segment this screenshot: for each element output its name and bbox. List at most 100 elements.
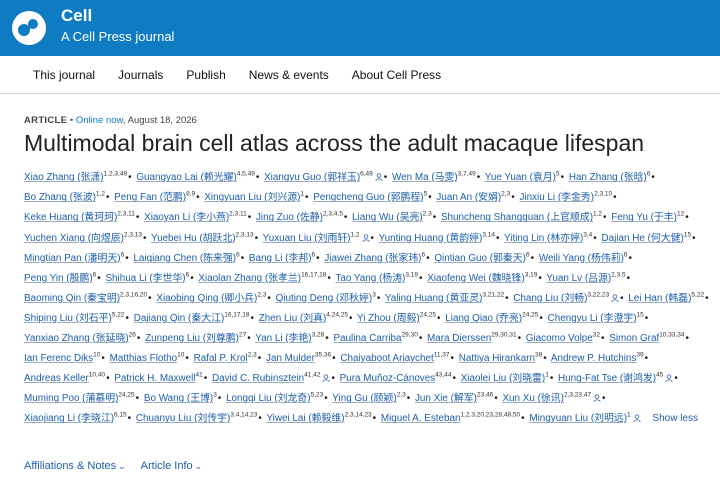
author-name-link[interactable]: Bo Wang (王博) <box>144 393 213 404</box>
author-name-link[interactable]: Keke Huang (黄珂珂) <box>24 212 117 223</box>
author-name-link[interactable]: Shiping Liu (刘石平) <box>24 313 112 324</box>
article-info-toggle[interactable]: Article Info ⌄ <box>141 460 203 472</box>
author-name-link[interactable]: Han Zhang (张晗) <box>569 172 647 183</box>
nav-publish[interactable]: Publish <box>186 68 225 82</box>
author-name-link[interactable]: Nattiya Hirankarn <box>459 353 535 364</box>
affiliation-numbers: 38 <box>535 351 543 359</box>
author-person-icon[interactable] <box>361 233 370 242</box>
author-name-link[interactable]: Chaiyaboot Ariaychet <box>340 353 433 364</box>
author-name-link[interactable]: Yuan Lv (吕源) <box>546 273 611 284</box>
author-name-link[interactable]: Andrew P. Hutchins <box>551 353 636 364</box>
nav-this-journal[interactable]: This journal <box>33 68 95 82</box>
nav-about[interactable]: About Cell Press <box>352 68 441 82</box>
author-name-link[interactable]: Ian Ferenc Diks <box>24 353 93 364</box>
author-name-link[interactable]: Bang Li (李邦) <box>249 253 312 264</box>
nav-journals[interactable]: Journals <box>118 68 163 82</box>
author-name-link[interactable]: Feng Yu (于丰) <box>611 212 677 223</box>
journal-title[interactable]: Cell <box>61 6 92 26</box>
author-name-link[interactable]: Lei Han (韩磊) <box>628 293 691 304</box>
author-name-link[interactable]: Jinxiu Li (李金秀) <box>519 192 594 203</box>
author-name-link[interactable]: Yuebei Hu (胡跃北) <box>151 233 236 244</box>
author-person-icon[interactable] <box>665 374 673 383</box>
author-name-link[interactable]: Tao Yang (杨涛) <box>335 273 405 284</box>
author-person-icon[interactable] <box>322 374 331 383</box>
author-separator: • <box>324 393 328 405</box>
author-name-link[interactable]: Miguel A. Esteban <box>381 413 461 424</box>
author-name-link[interactable]: Mara Dierssen <box>427 333 491 344</box>
author-name-link[interactable]: Qiuting Deng (邓秋婷) <box>276 293 373 304</box>
author-name-link[interactable]: Yiwei Lai (赖毅维) <box>266 413 344 424</box>
author-name-link[interactable]: Simon Graf <box>609 333 659 344</box>
cell-logo-icon[interactable] <box>11 10 47 46</box>
author-name-link[interactable]: Jun Xie (解军) <box>415 393 477 404</box>
author-name-link[interactable]: Jiawei Zhang (张家玮) <box>324 253 421 264</box>
author-name-link[interactable]: Guangyao Lai (赖光耀) <box>136 172 236 183</box>
nav-news-events[interactable]: News & events <box>249 68 329 82</box>
author-name-link[interactable]: Laiqiang Chen (陈来强) <box>133 253 236 264</box>
author-name-link[interactable]: Zhen Liu (刘真) <box>259 313 327 324</box>
author-name-link[interactable]: Yue Yuan (袁月) <box>485 172 556 183</box>
author-name-link[interactable]: Yan Li (李艳) <box>255 333 311 344</box>
author-name-link[interactable]: Weili Yang (杨伟莉) <box>539 253 624 264</box>
author-name-link[interactable]: Yiting Lin (林亦婷) <box>504 233 583 244</box>
author-name-link[interactable]: Pura Muñoz-Cánoves <box>340 373 436 384</box>
author-name-link[interactable]: Chuanyu Liu (刘传宇) <box>136 413 230 424</box>
author-name-link[interactable]: Zunpeng Liu (刘尊鹏) <box>145 333 239 344</box>
author-name-link[interactable]: Xun Xu (徐讯) <box>502 393 563 404</box>
author-name-link[interactable]: David C. Rubinsztein <box>212 373 304 384</box>
author-name-link[interactable]: Xiaolan Zhang (张孝兰) <box>198 273 301 284</box>
author-name-link[interactable]: Dajian He (何大健) <box>602 233 684 244</box>
author-name-link[interactable]: Peng Yin (殷鹏) <box>24 273 93 284</box>
author-person-icon[interactable] <box>633 414 641 423</box>
author-name-link[interactable]: Xiaolei Liu (刘晓雷) <box>461 373 546 384</box>
author-name-link[interactable]: Muming Poo (蒲慕明) <box>24 393 118 404</box>
author-name-link[interactable]: Liang Qiao (乔亮) <box>445 313 522 324</box>
author-name-link[interactable]: Peng Fan (范鹏) <box>114 192 186 203</box>
author-name-link[interactable]: Yaling Huang (黄亚灵) <box>385 293 483 304</box>
author-name-link[interactable]: Bo Zhang (张波) <box>24 192 96 203</box>
author-name-link[interactable]: Chengyu Li (李澄宇) <box>548 313 637 324</box>
author-name-link[interactable]: Shihua Li (李世华) <box>105 273 185 284</box>
author-name-link[interactable]: Chang Liu (刘畅) <box>513 293 587 304</box>
author-name-link[interactable]: Jing Zuo (佐静) <box>256 212 323 223</box>
author-name-link[interactable]: Wen Ma (马雯) <box>392 172 458 183</box>
author-name-link[interactable]: Xiao Zhang (张潇) <box>24 172 104 183</box>
author-separator: • <box>250 312 255 324</box>
author-name-link[interactable]: Hung-Fat Tse (谢鸿发) <box>558 373 656 384</box>
author-person-icon[interactable] <box>375 173 383 182</box>
author-name-link[interactable]: Xiaoyan Li (李小燕) <box>144 212 229 223</box>
author-name-link[interactable]: Andreas Keller <box>24 373 89 384</box>
author-name-link[interactable]: Liang Wu (吴亮) <box>352 212 423 223</box>
author-name-link[interactable]: Xiaojiang Li (李晓江) <box>24 413 114 424</box>
author-name-link[interactable]: Xiaofeng Wei (魏晓锋) <box>427 273 525 284</box>
author-name-link[interactable]: Baoming Qin (秦宝明) <box>24 293 120 304</box>
author-name-link[interactable]: Mingyuan Liu (刘明远) <box>529 413 627 424</box>
author-name-link[interactable]: Pengcheng Guo (郭鹏程) <box>313 192 423 203</box>
author-entry: Patrick H. Maxwell41• <box>114 372 209 384</box>
author-name-link[interactable]: Paulina Carriba <box>333 333 401 344</box>
author-name-link[interactable]: Jan Mulder <box>266 353 315 364</box>
author-name-link[interactable]: Yunting Huang (黄韵婷) <box>379 233 483 244</box>
author-name-link[interactable]: Dajiang Qin (秦大江) <box>134 313 225 324</box>
author-name-link[interactable]: Xiangyu Guo (郭祥玉) <box>264 172 360 183</box>
author-name-link[interactable]: Xingyuan Liu (刘兴源) <box>204 192 300 203</box>
affiliations-notes-toggle[interactable]: Affiliations & Notes ⌄ <box>24 460 126 472</box>
author-name-link[interactable]: Yi Zhou (周毅) <box>357 313 420 324</box>
author-name-link[interactable]: Xiaobing Qing (卿小兵) <box>156 293 257 304</box>
author-person-icon[interactable] <box>611 294 619 302</box>
author-name-link[interactable]: Rafal P. Krol <box>194 353 248 364</box>
author-name-link[interactable]: Patrick H. Maxwell <box>114 373 195 384</box>
author-name-link[interactable]: Mingtian Pan (潘明天) <box>24 253 121 264</box>
author-name-link[interactable]: Qintian Guo (郭秦天) <box>434 253 526 264</box>
author-person-icon[interactable] <box>593 394 601 403</box>
author-name-link[interactable]: Juan An (安娟) <box>436 192 501 203</box>
author-name-link[interactable]: Yanxiao Zhang (张延晓) <box>24 333 129 344</box>
author-name-link[interactable]: Matthias Flotho <box>110 353 178 364</box>
show-less-link[interactable]: Show less <box>652 413 698 424</box>
author-name-link[interactable]: Shuncheng Shangguan (上官顺成) <box>441 212 593 223</box>
author-name-link[interactable]: Giacomo Volpe <box>526 333 593 344</box>
author-name-link[interactable]: Yuchen Xiang (向煜辰) <box>24 233 124 244</box>
author-name-link[interactable]: Longqi Liu (刘龙奇) <box>226 393 311 404</box>
author-name-link[interactable]: Ying Gu (顾颖) <box>332 393 396 404</box>
author-name-link[interactable]: Yuxuan Liu (刘雨轩) <box>263 233 351 244</box>
